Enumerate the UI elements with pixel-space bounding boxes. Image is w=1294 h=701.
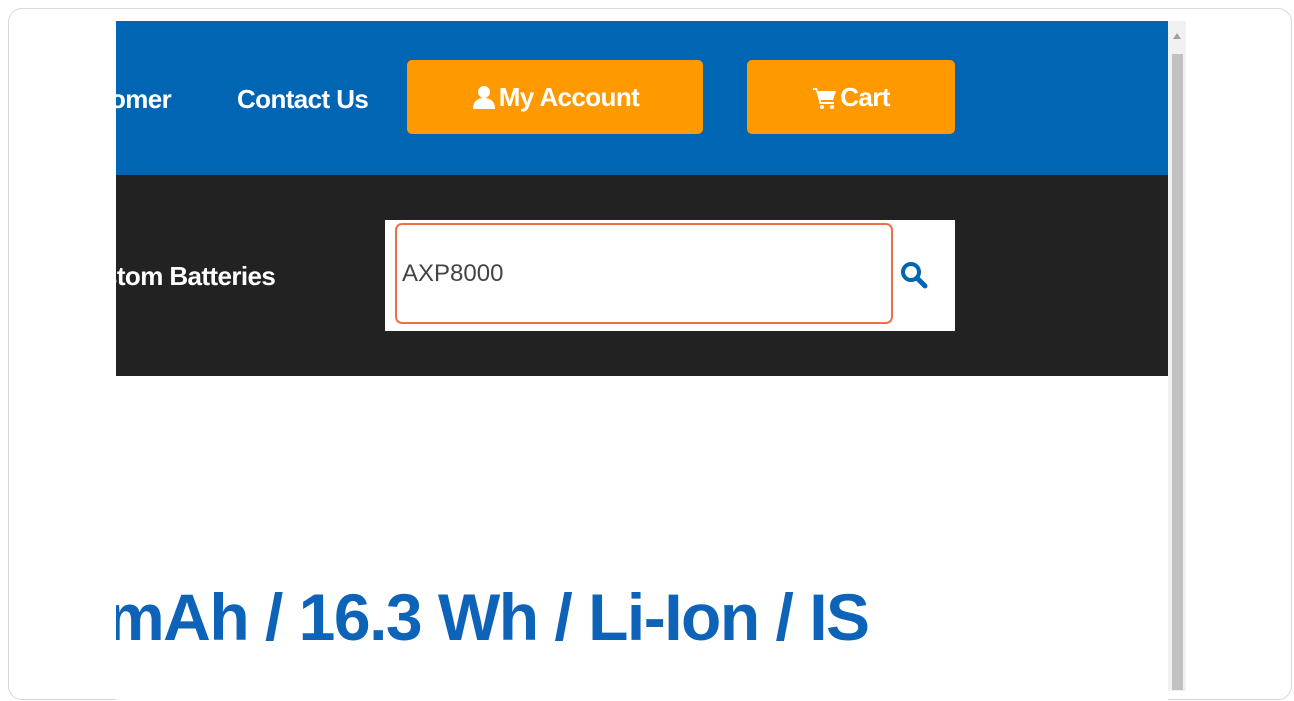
vertical-scrollbar[interactable] [1168, 21, 1186, 691]
search-box [385, 220, 955, 331]
top-header: omer Contact Us My Account Cart [116, 21, 1168, 175]
scrollbar-thumb[interactable] [1172, 54, 1183, 690]
nav-link-contact-us[interactable]: Contact Us [237, 82, 369, 116]
cart-button[interactable]: Cart [747, 60, 955, 134]
search-icon[interactable] [897, 258, 931, 292]
page-viewport: omer Contact Us My Account Cart stom Bat… [116, 21, 1168, 701]
user-icon [471, 84, 497, 110]
my-account-label: My Account [498, 81, 640, 112]
cart-icon [812, 84, 838, 110]
scroll-up-icon[interactable] [1168, 21, 1186, 51]
search-input[interactable] [395, 223, 893, 324]
main-navbar: stom Batteries [116, 175, 1168, 376]
my-account-button[interactable]: My Account [407, 60, 703, 134]
nav-link-customer[interactable]: omer [116, 82, 172, 116]
nav-item-custom-batteries[interactable]: stom Batteries [116, 259, 276, 293]
cart-label: Cart [840, 81, 890, 112]
product-title: mAh / 16.3 Wh / Li-Ion / IS [116, 580, 870, 654]
